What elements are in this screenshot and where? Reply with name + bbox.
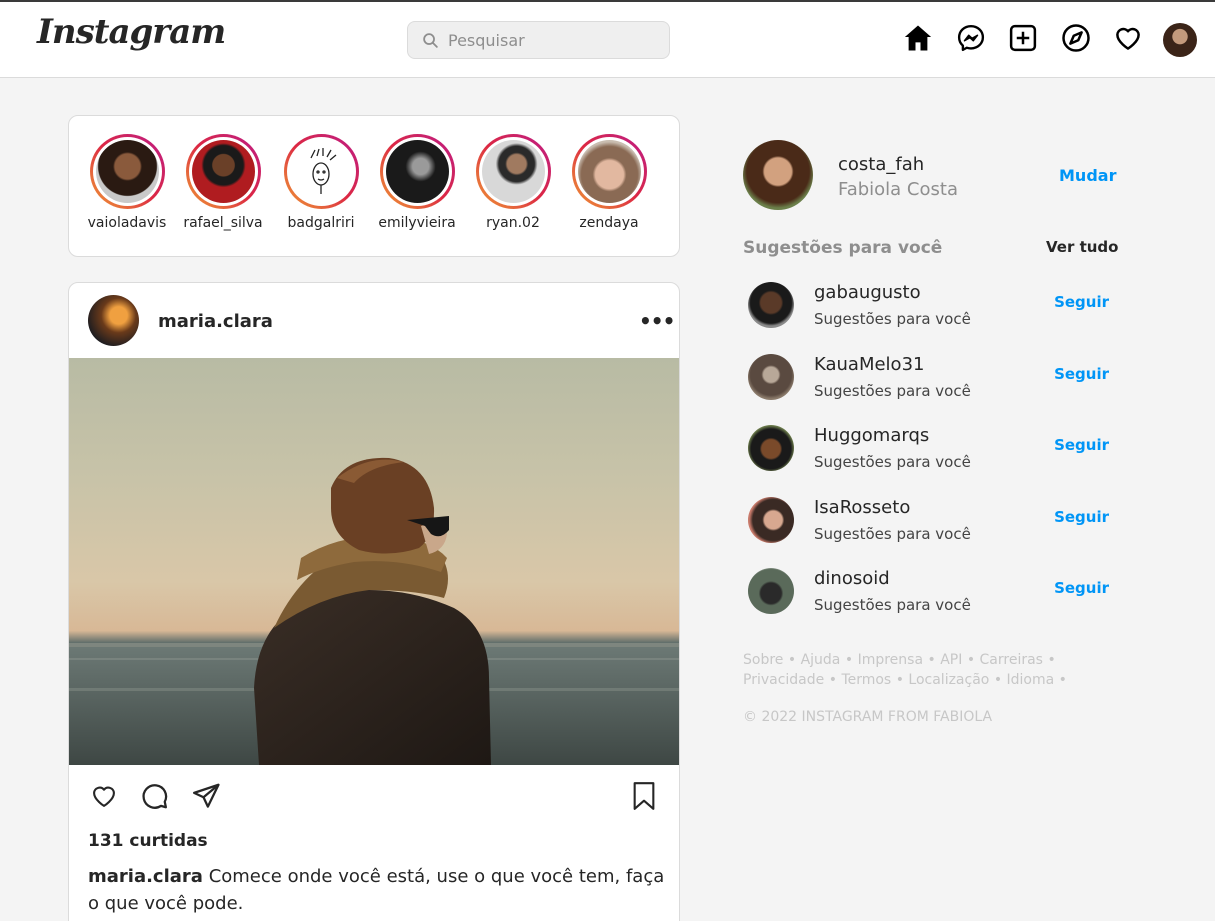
suggestion-item: IsaRosseto Sugestões para você Seguir	[748, 497, 1110, 557]
footer-separator: •	[966, 652, 976, 668]
messenger-icon[interactable]	[955, 22, 987, 54]
post-caption: maria.clara Comece onde você está, use o…	[88, 863, 668, 917]
suggestion-avatar[interactable]	[748, 354, 794, 400]
post-actions-bar	[69, 778, 679, 818]
suggestion-item: Huggomarqs Sugestões para você Seguir	[748, 425, 1110, 485]
footer-separator: •	[993, 672, 1003, 688]
story-avatar	[289, 140, 353, 203]
switch-account-link[interactable]: Mudar	[1059, 166, 1116, 185]
story-avatar	[95, 140, 159, 203]
current-user-full-name: Fabiola Costa	[838, 179, 958, 200]
suggestion-subtitle: Sugestões para você	[814, 453, 971, 471]
suggestion-username[interactable]: dinosoid	[814, 568, 890, 589]
footer-link-press[interactable]: Imprensa	[858, 652, 923, 668]
footer-link-terms[interactable]: Termos	[841, 672, 891, 688]
suggestion-subtitle: Sugestões para você	[814, 382, 971, 400]
like-count: 131 curtidas	[88, 831, 208, 851]
story-item[interactable]: emilyvieira	[377, 134, 457, 231]
suggestions-heading: Sugestões para você	[743, 238, 943, 258]
suggestion-avatar[interactable]	[748, 568, 794, 614]
story-username: zendaya	[579, 215, 639, 231]
story-username: badgalriri	[287, 215, 355, 231]
suggestion-subtitle: Sugestões para você	[814, 596, 971, 614]
footer-link-privacy[interactable]: Privacidade	[743, 672, 824, 688]
instagram-logo[interactable]: Instagram	[37, 12, 226, 52]
search-box[interactable]	[407, 21, 670, 59]
post-author-username[interactable]: maria.clara	[158, 311, 273, 332]
post-author-avatar[interactable]	[88, 295, 139, 346]
footer-separator: •	[927, 652, 936, 668]
story-item[interactable]: zendaya	[569, 134, 649, 231]
story-avatar	[191, 140, 255, 203]
search-input[interactable]	[448, 30, 648, 50]
story-username: ryan.02	[486, 215, 540, 231]
story-item[interactable]: rafael_silva	[183, 134, 263, 231]
bookmark-icon[interactable]	[626, 778, 662, 814]
follow-button[interactable]: Seguir	[1054, 293, 1109, 311]
stories-tray: vaioladavis rafael_silva badgalriri emil…	[68, 115, 680, 257]
story-username: rafael_silva	[183, 215, 263, 231]
footer-separator: •	[1058, 672, 1067, 688]
suggestion-item: dinosoid Sugestões para você Seguir	[748, 568, 1110, 628]
suggestion-username[interactable]: gabaugusto	[814, 282, 921, 303]
story-item[interactable]: badgalriri	[281, 134, 361, 231]
like-heart-icon[interactable]	[86, 778, 122, 814]
suggestion-subtitle: Sugestões para você	[814, 310, 971, 328]
plus-square-icon[interactable]	[1007, 22, 1039, 54]
footer-link-careers[interactable]: Carreiras	[980, 652, 1043, 668]
share-paper-plane-icon[interactable]	[188, 778, 224, 814]
suggestion-item: KauaMelo31 Sugestões para você Seguir	[748, 354, 1110, 414]
suggestion-avatar[interactable]	[748, 497, 794, 543]
suggestion-username[interactable]: Huggomarqs	[814, 425, 929, 446]
story-item[interactable]: ryan.02	[473, 134, 553, 231]
more-options-icon[interactable]: •••	[639, 309, 675, 333]
footer-separator: •	[844, 652, 854, 668]
suggestion-subtitle: Sugestões para você	[814, 525, 971, 543]
story-avatar	[481, 140, 545, 203]
post-photo-illustration	[69, 457, 679, 765]
story-item[interactable]: vaioladavis	[87, 134, 167, 231]
follow-button[interactable]: Seguir	[1054, 365, 1109, 383]
story-avatar	[577, 140, 641, 203]
footer-separator: •	[895, 672, 904, 688]
current-user-username[interactable]: costa_fah	[838, 154, 924, 175]
footer-separator: •	[787, 652, 797, 668]
top-navigation-bar: Instagram	[0, 2, 1215, 78]
heart-icon[interactable]	[1112, 22, 1144, 54]
follow-button[interactable]: Seguir	[1054, 579, 1109, 597]
suggestion-username[interactable]: KauaMelo31	[814, 354, 924, 375]
profile-avatar[interactable]	[1163, 23, 1197, 57]
post-photo[interactable]	[69, 358, 679, 765]
footer-separator: •	[828, 672, 837, 688]
current-user-avatar[interactable]	[743, 140, 813, 210]
footer-link-locations[interactable]: Localização	[908, 672, 989, 688]
story-avatar	[385, 140, 449, 203]
footer-links: Sobre • Ajuda • Imprensa • API • Carreir…	[743, 650, 1118, 690]
story-username: vaioladavis	[87, 215, 167, 231]
feed-post: maria.clara ••• 131 curtidas maria.clara…	[68, 282, 680, 921]
compass-icon[interactable]	[1060, 22, 1092, 54]
see-all-link[interactable]: Ver tudo	[1046, 238, 1118, 256]
suggestion-avatar[interactable]	[748, 425, 794, 471]
suggestion-item: gabaugusto Sugestões para você Seguir	[748, 282, 1110, 342]
copyright-text: © 2022 INSTAGRAM FROM FABIOLA	[743, 709, 993, 725]
footer-link-help[interactable]: Ajuda	[801, 652, 841, 668]
suggestion-avatar[interactable]	[748, 282, 794, 328]
home-icon[interactable]	[902, 22, 934, 54]
footer-link-language[interactable]: Idioma	[1007, 672, 1055, 688]
footer-link-about[interactable]: Sobre	[743, 652, 783, 668]
search-icon	[423, 32, 438, 48]
follow-button[interactable]: Seguir	[1054, 508, 1109, 526]
story-username: emilyvieira	[378, 215, 456, 231]
footer-link-api[interactable]: API	[940, 652, 962, 668]
suggestion-username[interactable]: IsaRosseto	[814, 497, 910, 518]
comment-icon[interactable]	[136, 778, 172, 814]
follow-button[interactable]: Seguir	[1054, 436, 1109, 454]
footer-separator: •	[1047, 652, 1056, 668]
caption-username[interactable]: maria.clara	[88, 866, 203, 887]
